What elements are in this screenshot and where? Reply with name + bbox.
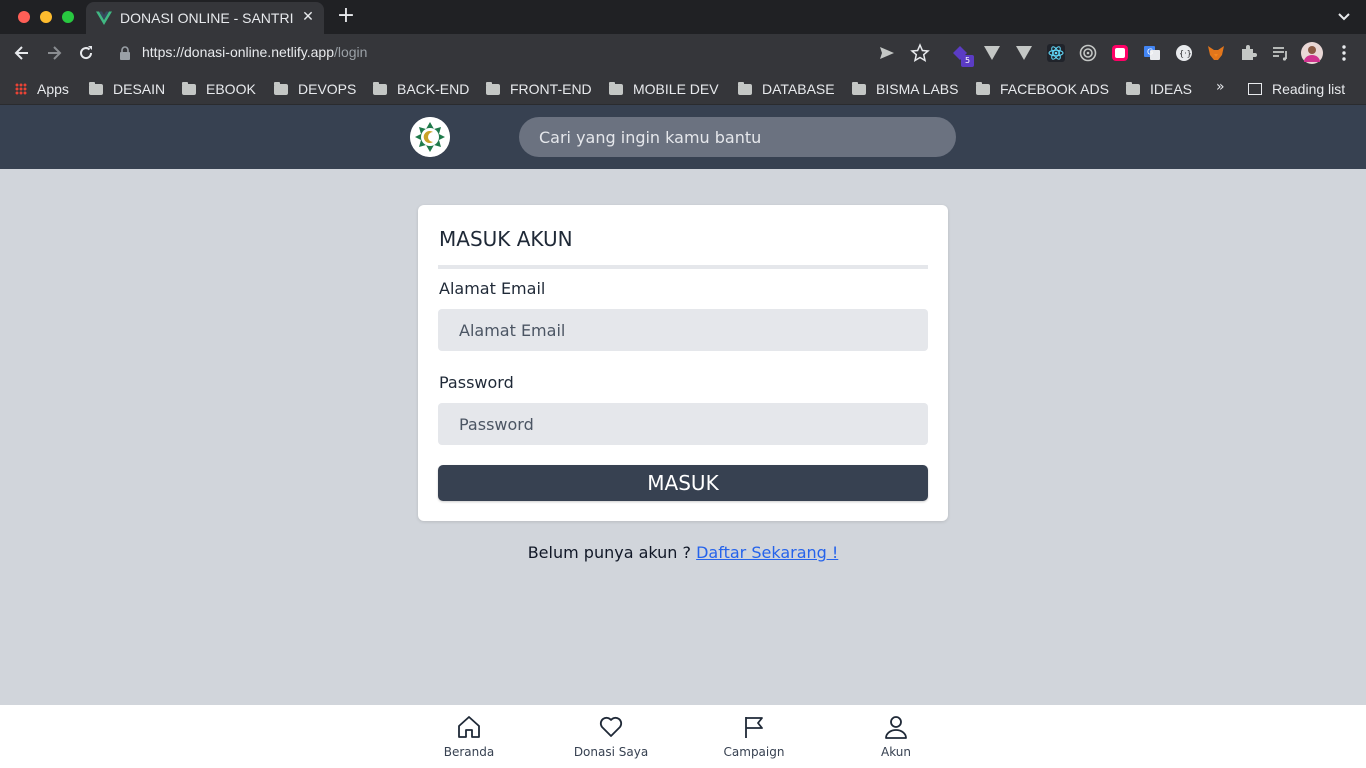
nav-label-donasi-saya: Donasi Saya bbox=[573, 745, 649, 759]
json-viewer-extension-icon[interactable]: {·} bbox=[1174, 43, 1194, 63]
bookmarks-overflow-button[interactable]: » bbox=[1216, 79, 1225, 95]
extension-badge: 5 bbox=[961, 55, 974, 67]
tab-search-icon[interactable] bbox=[1336, 8, 1352, 24]
bookmark-folder-ideas[interactable]: IDEAS bbox=[1126, 79, 1192, 99]
bookmark-folder-desain[interactable]: DESAIN bbox=[89, 79, 165, 99]
maximize-window-button[interactable] bbox=[62, 11, 74, 23]
reload-icon[interactable] bbox=[76, 43, 96, 63]
back-icon[interactable] bbox=[12, 43, 32, 63]
target-extension-icon[interactable] bbox=[1078, 43, 1098, 63]
close-window-button[interactable] bbox=[18, 11, 30, 23]
url-host: https://donasi-online.netlify.app bbox=[142, 44, 334, 60]
extensions-puzzle-icon[interactable] bbox=[1238, 43, 1258, 63]
forward-icon[interactable] bbox=[44, 43, 64, 63]
folder-icon bbox=[609, 82, 623, 95]
home-icon bbox=[458, 716, 480, 738]
vue-devtools-alt-icon[interactable] bbox=[1014, 43, 1034, 63]
url-path: /login bbox=[333, 44, 368, 60]
nav-label-campaign: Campaign bbox=[723, 745, 785, 759]
browser-tab-bar: DONASI ONLINE - SANTRI ✕ + bbox=[0, 0, 1366, 34]
nav-item-beranda[interactable]: Beranda bbox=[419, 713, 519, 763]
bookmarks-bar: Apps DESAIN EBOOK DEVOPS BACK-END FRONT-… bbox=[0, 72, 1366, 105]
browser-toolbar: https://donasi-online.netlify.app/login … bbox=[0, 34, 1366, 72]
send-icon[interactable] bbox=[877, 43, 897, 63]
svg-text:G: G bbox=[1147, 48, 1153, 57]
vue-devtools-icon[interactable] bbox=[982, 43, 1002, 63]
bookmark-folder-facebook-ads[interactable]: FACEBOOK ADS bbox=[976, 79, 1109, 99]
folder-icon bbox=[738, 82, 752, 95]
lock-icon[interactable] bbox=[118, 45, 132, 61]
bookmark-folder-front-end[interactable]: FRONT-END bbox=[486, 79, 592, 99]
signup-prompt-text: Belum punya akun ? bbox=[527, 543, 692, 562]
folder-icon bbox=[1126, 82, 1140, 95]
bookmark-folder-ebook[interactable]: EBOOK bbox=[182, 79, 256, 99]
minimize-window-button[interactable] bbox=[40, 11, 52, 23]
site-logo-icon[interactable] bbox=[410, 117, 450, 157]
reading-list-button[interactable]: Reading list bbox=[1248, 79, 1345, 99]
media-queue-icon[interactable] bbox=[1270, 43, 1290, 63]
tab-title: DONASI ONLINE - SANTRI bbox=[120, 10, 294, 26]
profile-avatar-icon[interactable] bbox=[1301, 42, 1323, 64]
signup-prompt: Belum punya akun ? Daftar Sekarang ! bbox=[0, 543, 1366, 562]
folder-icon bbox=[373, 82, 387, 95]
password-field[interactable] bbox=[438, 403, 928, 445]
metamask-fox-icon[interactable] bbox=[1206, 43, 1226, 63]
folder-icon bbox=[89, 82, 103, 95]
browser-menu-icon[interactable] bbox=[1334, 43, 1354, 63]
browser-tab[interactable]: DONASI ONLINE - SANTRI ✕ bbox=[86, 2, 324, 34]
site-header bbox=[0, 105, 1366, 169]
nav-item-donasi-saya[interactable]: Donasi Saya bbox=[561, 713, 661, 763]
bookmark-apps[interactable]: Apps bbox=[15, 79, 69, 99]
color-picker-extension-icon[interactable] bbox=[1110, 43, 1130, 63]
bookmark-folder-back-end[interactable]: BACK-END bbox=[373, 79, 469, 99]
apps-grid-icon bbox=[15, 83, 27, 95]
new-tab-button[interactable]: + bbox=[336, 5, 356, 27]
svg-text:{·}: {·} bbox=[1179, 49, 1192, 58]
folder-icon bbox=[486, 82, 500, 95]
login-submit-button[interactable]: MASUK bbox=[438, 465, 928, 501]
nav-label-beranda: Beranda bbox=[443, 745, 495, 759]
bookmark-folder-bisma-labs[interactable]: BISMA LABS bbox=[852, 79, 958, 99]
login-title: MASUK AKUN bbox=[439, 227, 573, 251]
title-divider bbox=[438, 265, 928, 269]
flag-icon bbox=[745, 717, 763, 738]
email-field[interactable] bbox=[438, 309, 928, 351]
heart-icon bbox=[599, 716, 623, 737]
reading-list-icon bbox=[1248, 83, 1262, 95]
folder-icon bbox=[976, 82, 990, 95]
folder-icon bbox=[182, 82, 196, 95]
react-devtools-icon[interactable] bbox=[1046, 43, 1066, 63]
tab-close-icon[interactable]: ✕ bbox=[300, 9, 316, 25]
bookmark-folder-database[interactable]: DATABASE bbox=[738, 79, 835, 99]
user-icon bbox=[885, 716, 907, 739]
folder-icon bbox=[274, 82, 288, 95]
bookmark-folder-mobile-dev[interactable]: MOBILE DEV bbox=[609, 79, 719, 99]
search-input[interactable] bbox=[519, 117, 956, 157]
signup-link[interactable]: Daftar Sekarang ! bbox=[696, 543, 838, 562]
vue-logo-icon bbox=[96, 11, 112, 25]
google-translate-icon[interactable]: G bbox=[1142, 43, 1162, 63]
bottom-nav: Beranda Donasi Saya Campaign Akun bbox=[0, 705, 1366, 768]
address-bar[interactable]: https://donasi-online.netlify.app/login bbox=[142, 44, 367, 60]
nav-item-campaign[interactable]: Campaign bbox=[704, 713, 804, 763]
password-label: Password bbox=[439, 373, 514, 392]
folder-icon bbox=[852, 82, 866, 95]
email-label: Alamat Email bbox=[439, 279, 546, 298]
login-card: MASUK AKUN Alamat Email Password MASUK bbox=[418, 205, 948, 521]
bookmark-folder-devops[interactable]: DEVOPS bbox=[274, 79, 356, 99]
bookmark-star-icon[interactable] bbox=[910, 43, 930, 63]
nav-label-akun: Akun bbox=[881, 745, 911, 759]
nav-item-akun[interactable]: Akun bbox=[846, 713, 946, 763]
